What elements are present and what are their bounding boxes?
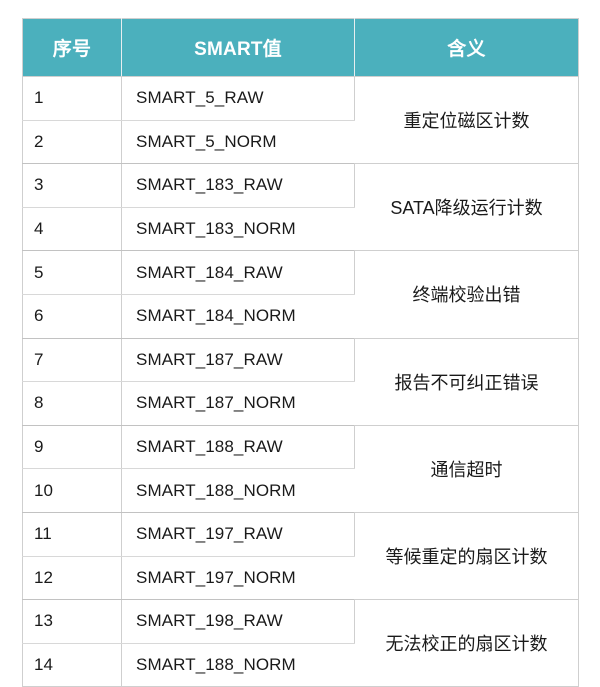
cell-index: 8 bbox=[22, 381, 122, 426]
cell-smart-value: SMART_188_NORM bbox=[121, 468, 355, 513]
cell-index: 2 bbox=[22, 120, 122, 165]
cell-index: 7 bbox=[22, 338, 122, 383]
cell-index: 9 bbox=[22, 425, 122, 470]
cell-smart-value: SMART_183_RAW bbox=[121, 163, 355, 208]
cell-meaning: 重定位磁区计数 bbox=[354, 76, 579, 165]
cell-smart-value: SMART_197_RAW bbox=[121, 512, 355, 557]
cell-index: 6 bbox=[22, 294, 122, 339]
cell-smart-value: SMART_184_NORM bbox=[121, 294, 355, 339]
cell-meaning: 通信超时 bbox=[354, 425, 579, 513]
table-row: 11 SMART_197_RAW 等候重定的扇区计数 bbox=[22, 512, 579, 601]
cell-smart-value: SMART_187_RAW bbox=[121, 338, 355, 383]
table-row: 3 SMART_183_RAW SATA降级运行计数 bbox=[22, 163, 579, 252]
cell-smart-value: SMART_184_RAW bbox=[121, 250, 355, 295]
cell-index: 13 bbox=[22, 599, 122, 644]
column-header-index: 序号 bbox=[22, 18, 122, 77]
cell-index: 5 bbox=[22, 250, 122, 295]
cell-smart-value: SMART_5_NORM bbox=[121, 120, 355, 165]
cell-index: 10 bbox=[22, 468, 122, 513]
cell-meaning: 等候重定的扇区计数 bbox=[354, 512, 579, 601]
table-header: 序号 SMART值 含义 bbox=[22, 18, 579, 77]
table-row: 13 SMART_198_RAW 无法校正的扇区计数 bbox=[22, 599, 579, 687]
cell-smart-value: SMART_187_NORM bbox=[121, 381, 355, 426]
cell-index: 11 bbox=[22, 512, 122, 557]
cell-index: 14 bbox=[22, 643, 122, 687]
table-row: 5 SMART_184_RAW 终端校验出错 bbox=[22, 250, 579, 339]
cell-smart-value: SMART_183_NORM bbox=[121, 207, 355, 252]
cell-meaning: SATA降级运行计数 bbox=[354, 163, 579, 252]
table-row: 9 SMART_188_RAW 通信超时 bbox=[22, 425, 579, 513]
smart-attribute-table-container: 序号 SMART值 含义 1 SMART_5_RAW 重定位磁区计数 2 SMART_5… bbox=[22, 18, 579, 687]
cell-index: 4 bbox=[22, 207, 122, 252]
cell-index: 12 bbox=[22, 556, 122, 601]
cell-index: 1 bbox=[22, 76, 122, 121]
table-row: 7 SMART_187_RAW 报告不可纠正错误 bbox=[22, 338, 579, 426]
cell-meaning: 终端校验出错 bbox=[354, 250, 579, 339]
table-body: 1 SMART_5_RAW 重定位磁区计数 2 SMART_5_NORM 3 SMART_1… bbox=[22, 76, 579, 687]
cell-meaning: 报告不可纠正错误 bbox=[354, 338, 579, 426]
cell-smart-value: SMART_188_NORM bbox=[121, 643, 355, 687]
cell-meaning: 无法校正的扇区计数 bbox=[354, 599, 579, 687]
cell-smart-value: SMART_5_RAW bbox=[121, 76, 355, 121]
column-header-meaning: 含义 bbox=[354, 18, 579, 77]
cell-smart-value: SMART_198_RAW bbox=[121, 599, 355, 644]
cell-smart-value: SMART_188_RAW bbox=[121, 425, 355, 470]
smart-attribute-table: 序号 SMART值 含义 1 SMART_5_RAW 重定位磁区计数 2 SMART_5… bbox=[22, 18, 579, 687]
column-header-smart: SMART值 bbox=[121, 18, 355, 77]
cell-smart-value: SMART_197_NORM bbox=[121, 556, 355, 601]
table-row: 1 SMART_5_RAW 重定位磁区计数 bbox=[22, 76, 579, 165]
table-header-row: 序号 SMART值 含义 bbox=[22, 18, 579, 77]
cell-index: 3 bbox=[22, 163, 122, 208]
